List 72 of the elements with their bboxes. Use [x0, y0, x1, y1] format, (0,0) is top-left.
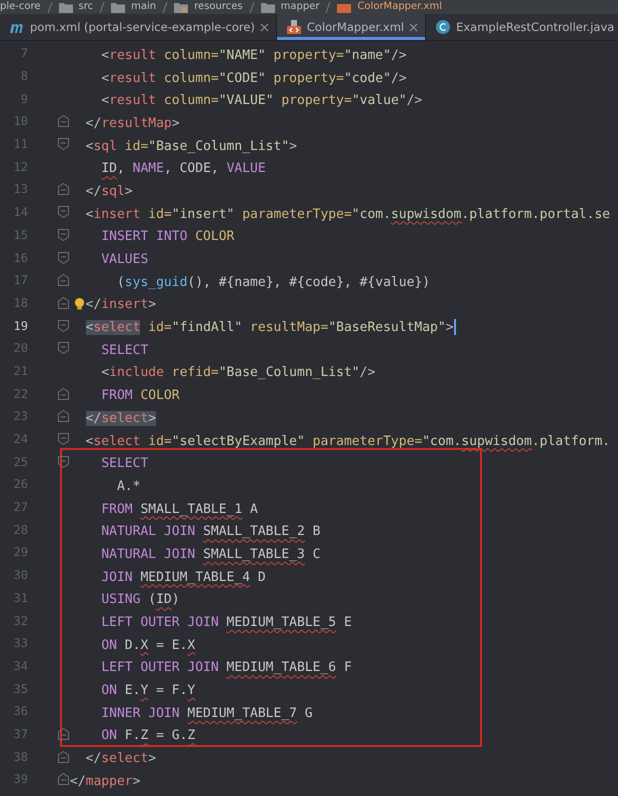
breadcrumb-item[interactable]: src	[78, 1, 94, 13]
code-line: </sql>	[86, 184, 133, 199]
editor-tab[interactable]: ExampleRestController.java	[426, 14, 618, 40]
code-line: </select>	[86, 751, 156, 766]
fold-icon[interactable]	[58, 456, 69, 468]
code-line: ON E.Y = F.Y	[101, 683, 196, 698]
code-line: NATURAL JOIN SMALL_TABLE_2 B	[101, 524, 320, 540]
unfold-icon[interactable]	[58, 773, 69, 786]
code-line: <sql id="Base_Column_List">	[86, 138, 297, 154]
code-line: </mapper>	[70, 774, 140, 789]
breadcrumb-item[interactable]: mapper	[280, 1, 320, 13]
code-line: A.*	[116, 478, 140, 494]
unfold-icon[interactable]	[58, 388, 69, 400]
code-line: </resultMap>	[86, 116, 180, 131]
fold-icon[interactable]	[58, 252, 69, 264]
code-line: (sys_guid(), #{name}, #{code}, #{value})	[116, 274, 430, 290]
code-line: INSERT INTO COLOR	[101, 229, 234, 244]
xml-file-icon	[286, 19, 302, 35]
breadcrumb-item[interactable]: main	[131, 1, 156, 13]
separator-icon	[99, 2, 106, 12]
separator-icon	[46, 2, 53, 12]
code-line: VALUES	[101, 252, 148, 268]
fold-icon[interactable]	[58, 320, 69, 332]
code-line: <select id="findAll" resultMap="BaseResultMap">	[86, 320, 454, 336]
separator-icon	[248, 2, 255, 12]
code-line: <result column="VALUE" property="value"/>	[101, 93, 422, 108]
code-line: NATURAL JOIN SMALL_TABLE_3 C	[101, 546, 320, 562]
fold-icon[interactable]	[58, 433, 69, 446]
unfold-icon[interactable]	[58, 115, 69, 128]
editor-tab[interactable]: pom.xml (portal-service-example-core)	[0, 14, 277, 40]
close-icon[interactable]	[409, 22, 418, 32]
xml-file-icon	[337, 2, 352, 12]
code-line: ON D.X = E.X	[101, 638, 196, 653]
code-line: <result column="CODE" property="code"/>	[101, 70, 407, 86]
separator-icon	[325, 2, 332, 12]
line-number: 19	[12, 318, 28, 333]
code-line: LEFT OUTER JOIN MEDIUM_TABLE_5 E	[101, 615, 352, 630]
code-line: FROM COLOR	[101, 388, 180, 404]
fold-icon[interactable]	[58, 138, 69, 150]
code-line: JOIN MEDIUM_TABLE_4 D	[101, 570, 266, 585]
breadcrumb-item[interactable]: resources	[194, 1, 243, 13]
editor-tab[interactable]: ColorMapper.xml	[276, 14, 426, 40]
breadcrumb-item[interactable]: ColorMapper.xml	[357, 1, 442, 13]
code-line: ON F.Z = G.Z	[101, 728, 196, 744]
code-line: LEFT OUTER JOIN MEDIUM_TABLE_6 F	[101, 660, 352, 676]
breadcrumb-item[interactable]: ple-core	[0, 1, 41, 13]
code-line: <insert id="insert" parameterType="com.supwisdom.platform.portal.se	[86, 206, 610, 222]
code-line: <select id="selectByExample" parameterType="com.supwisdom.platform.	[86, 434, 610, 449]
code-line: </select>	[86, 410, 156, 426]
unfold-icon[interactable]	[58, 183, 69, 196]
code-line: USING (ID)	[101, 592, 180, 608]
unfold-icon[interactable]	[58, 410, 69, 422]
code-line: <result column="NAME" property="name"/>	[101, 48, 407, 63]
code-line: SELECT	[101, 342, 148, 358]
code-line: FROM SMALL_TABLE_1 A	[101, 502, 258, 517]
unfold-icon[interactable]	[58, 728, 69, 740]
code-line: </insert>	[86, 297, 156, 312]
fold-icon[interactable]	[58, 342, 69, 354]
fold-icon[interactable]	[58, 228, 69, 241]
code-line: SELECT	[101, 456, 148, 472]
resources-folder-icon	[174, 2, 188, 12]
unfold-icon[interactable]	[58, 750, 69, 763]
unfold-icon[interactable]	[58, 296, 69, 309]
code-line: INNER JOIN MEDIUM_TABLE_7 G	[101, 706, 313, 721]
separator-icon	[162, 2, 168, 12]
unfold-icon[interactable]	[58, 274, 69, 286]
class-icon	[435, 19, 452, 35]
fold-icon[interactable]	[58, 206, 69, 218]
close-icon[interactable]	[260, 22, 269, 32]
lightbulb-icon[interactable]	[74, 297, 85, 312]
code-line: ID, NAME, CODE, VALUE	[101, 161, 266, 176]
code-line: <include refid="Base_Column_List"/>	[101, 365, 376, 380]
